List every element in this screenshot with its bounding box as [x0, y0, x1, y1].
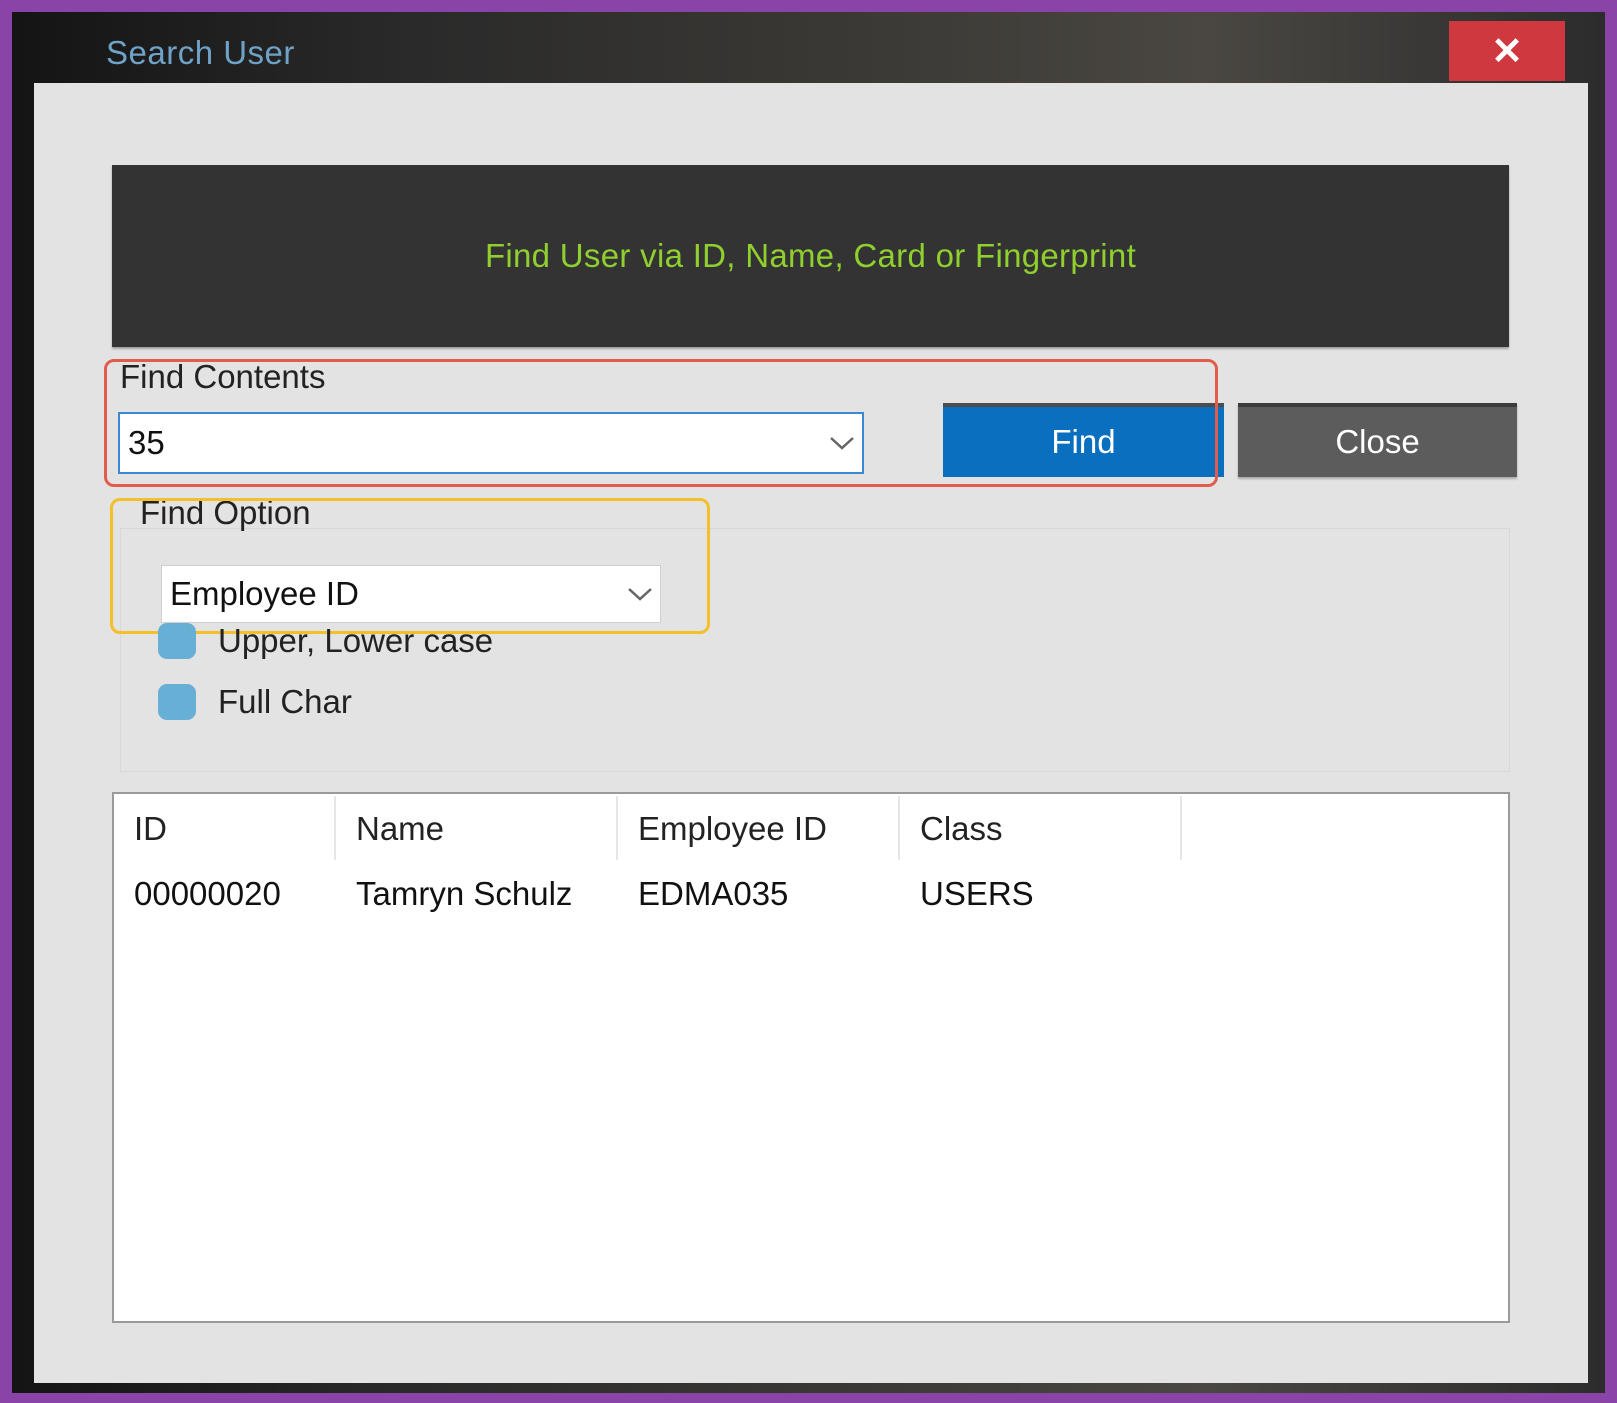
chevron-down-icon[interactable] [620, 574, 660, 614]
search-user-window: Search User ✕ Find User via ID, Name, Ca… [12, 12, 1605, 1393]
window-title: Search User [106, 34, 295, 71]
cell-employee-id: EDMA035 [638, 875, 789, 912]
column-divider[interactable] [1180, 796, 1182, 860]
dialog-client-area: Find User via ID, Name, Card or Fingerpr… [34, 83, 1588, 1383]
upper-lower-case-label: Upper, Lower case [218, 622, 494, 659]
table-row[interactable]: 00000020 Tamryn Schulz EDMA035 USERS [114, 864, 1508, 924]
column-header-id[interactable]: ID [114, 794, 334, 864]
upper-lower-case-checkbox[interactable] [158, 623, 196, 659]
chevron-down-icon[interactable] [822, 423, 862, 463]
find-contents-value[interactable]: 35 [120, 424, 822, 462]
find-option-value[interactable]: Employee ID [162, 575, 620, 613]
cell-name: Tamryn Schulz [356, 875, 573, 912]
results-list[interactable]: ID Name Employee ID Class 00000020 Tamry… [112, 792, 1510, 1323]
find-contents-combobox[interactable]: 35 [118, 412, 864, 474]
close-button[interactable]: Close [1238, 403, 1517, 477]
column-header-class[interactable]: Class [900, 794, 1180, 864]
checkbox-full-char[interactable]: Full Char [158, 683, 352, 721]
window-close-button[interactable]: ✕ [1449, 21, 1565, 81]
column-header-name[interactable]: Name [336, 794, 616, 864]
find-contents-label: Find Contents [120, 358, 326, 395]
results-header: ID Name Employee ID Class [114, 794, 1508, 864]
banner-text: Find User via ID, Name, Card or Fingerpr… [484, 237, 1137, 274]
column-header-employee-id[interactable]: Employee ID [618, 794, 898, 864]
find-option-label: Find Option [140, 494, 311, 531]
cell-class: USERS [920, 875, 1034, 912]
find-option-combobox[interactable]: Employee ID [161, 565, 661, 623]
close-icon: ✕ [1491, 30, 1523, 73]
checkbox-upper-lower-case[interactable]: Upper, Lower case [158, 622, 493, 660]
full-char-checkbox[interactable] [158, 684, 196, 720]
full-char-label: Full Char [218, 683, 352, 720]
info-banner: Find User via ID, Name, Card or Fingerpr… [112, 165, 1509, 347]
cell-id: 00000020 [134, 875, 281, 912]
find-button[interactable]: Find [943, 403, 1224, 477]
